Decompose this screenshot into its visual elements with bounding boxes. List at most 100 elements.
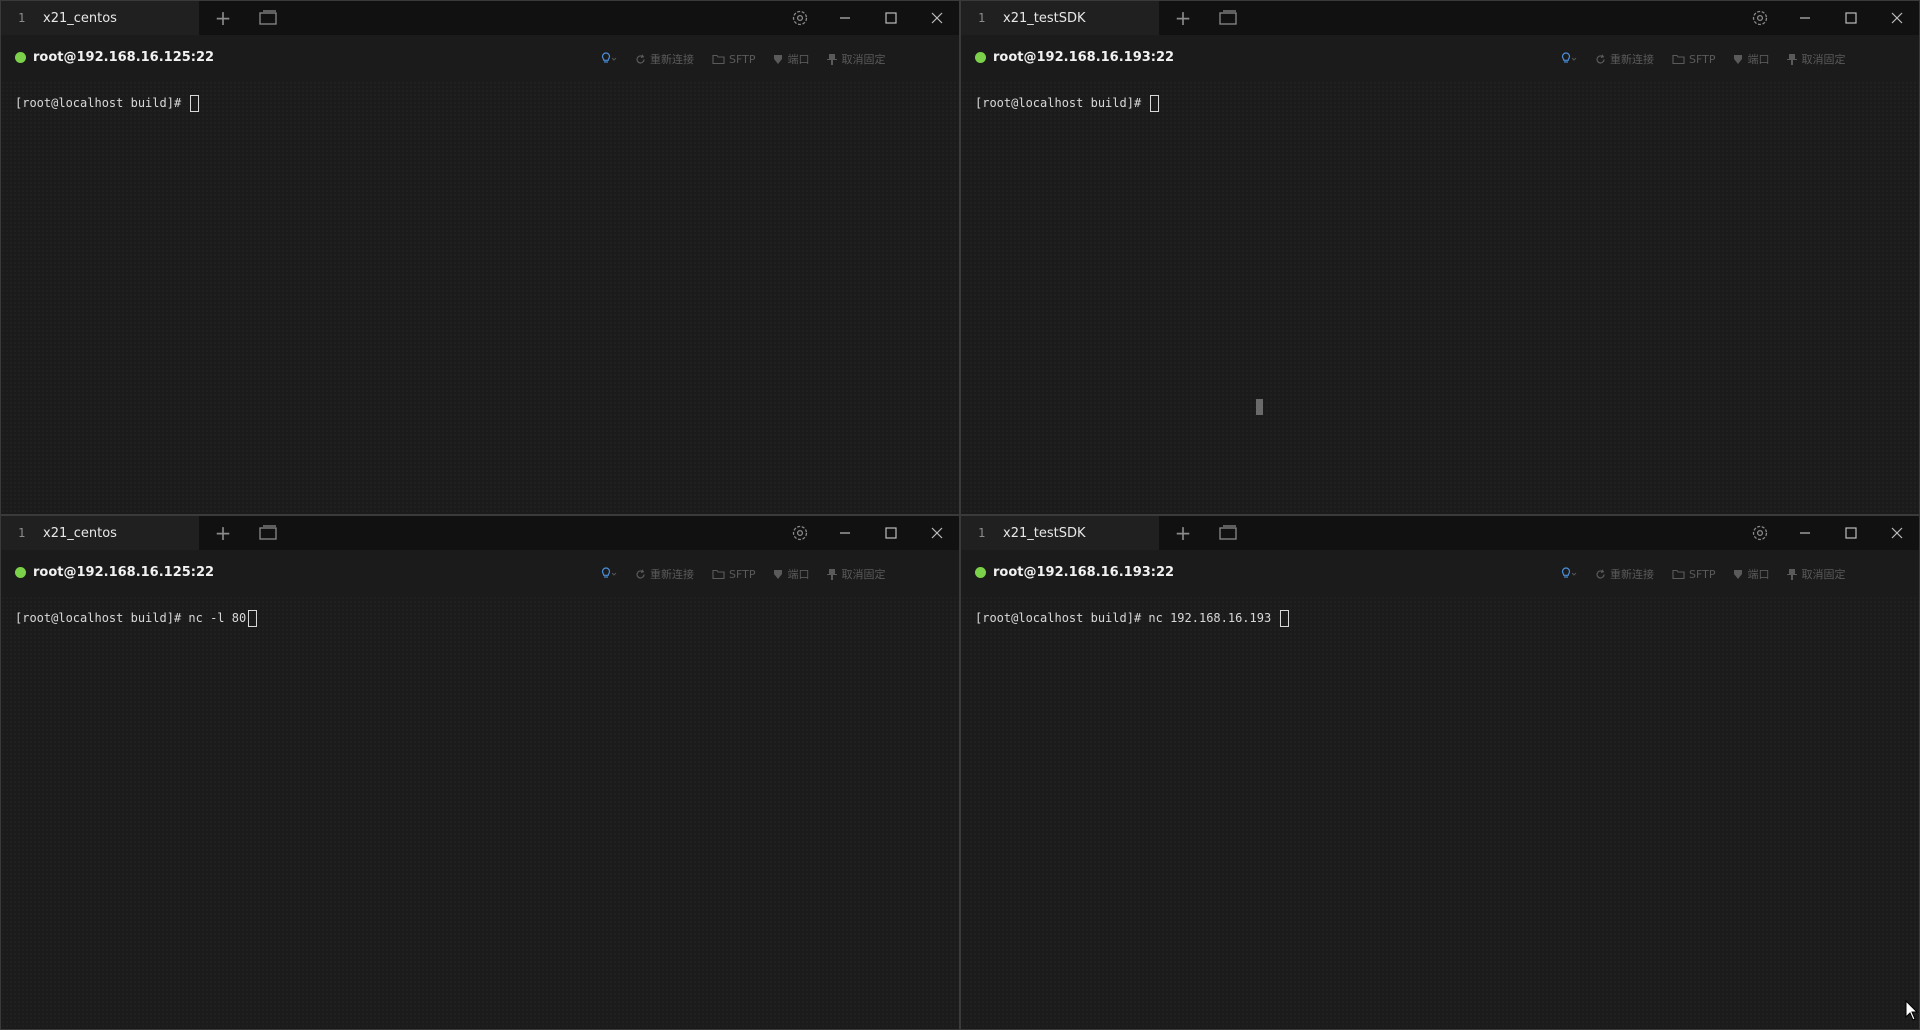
bulb-icon[interactable] xyxy=(1561,567,1577,581)
tab-title: x21_centos xyxy=(43,11,117,26)
text-cursor xyxy=(1280,610,1290,627)
minimize-icon[interactable] xyxy=(837,525,853,541)
terminal-output[interactable]: [root@localhost build]# nc 192.168.16.19… xyxy=(961,596,1919,1029)
tab-session[interactable]: 1 x21_centos xyxy=(1,516,199,550)
typed-command: nc 192.168.16.193 xyxy=(1148,611,1279,625)
minimize-icon[interactable] xyxy=(1797,10,1813,26)
host-address: root@192.168.16.193:22 xyxy=(993,565,1175,580)
session-status-bar: root@192.168.16.125:22 重新连接 SFTP 端口 取消固定 xyxy=(1,35,959,81)
terminal-output[interactable]: [root@localhost build]# xyxy=(1,81,959,514)
maximize-icon[interactable] xyxy=(1843,525,1859,541)
sftp-button[interactable]: SFTP xyxy=(712,568,755,581)
unpin-label: 取消固定 xyxy=(1801,568,1846,581)
close-icon[interactable] xyxy=(1889,525,1905,541)
tab-index: 1 xyxy=(978,526,986,540)
pin-icon xyxy=(827,54,838,65)
bulb-icon[interactable] xyxy=(601,52,617,66)
reconnect-icon xyxy=(636,568,645,578)
reconnect-label: 重新连接 xyxy=(1610,53,1654,66)
gear-icon[interactable] xyxy=(791,9,809,27)
terminal-output[interactable]: [root@localhost build]# nc -l 80 xyxy=(1,596,959,1029)
tab-bar: 1 x21_centos + xyxy=(1,1,959,35)
unpin-label: 取消固定 xyxy=(841,53,886,66)
reconnect-icon xyxy=(636,53,645,63)
terminal-output[interactable]: [root@localhost build]# xyxy=(961,81,1919,514)
terminal-line: [root@localhost build]# nc 192.168.16.19… xyxy=(975,610,1290,627)
add-icon[interactable]: + xyxy=(213,8,233,28)
terminal-line: [root@localhost build]# xyxy=(975,95,1160,112)
close-icon[interactable] xyxy=(1889,10,1905,26)
unpin-button[interactable]: 取消固定 xyxy=(1787,566,1845,582)
pin-icon xyxy=(1787,54,1798,65)
connection-status-dot xyxy=(975,52,986,63)
text-cursor xyxy=(248,610,258,627)
bulb-icon[interactable] xyxy=(601,567,617,581)
connection-status-dot xyxy=(15,567,26,578)
shell-prompt: [root@localhost build]# xyxy=(15,96,189,110)
sftp-label: SFTP xyxy=(729,52,756,66)
gear-icon[interactable] xyxy=(791,524,809,542)
reconnect-button[interactable]: 重新连接 xyxy=(1595,51,1654,67)
sftp-button[interactable]: SFTP xyxy=(1672,53,1715,66)
windows-icon[interactable] xyxy=(1219,525,1237,541)
sftp-button[interactable]: SFTP xyxy=(712,53,755,66)
maximize-icon[interactable] xyxy=(883,10,899,26)
reconnect-button[interactable]: 重新连接 xyxy=(635,566,694,582)
port-button[interactable]: 端口 xyxy=(773,566,809,582)
close-icon[interactable] xyxy=(929,10,945,26)
unpin-button[interactable]: 取消固定 xyxy=(827,566,885,582)
unpin-label: 取消固定 xyxy=(841,568,886,581)
sftp-button[interactable]: SFTP xyxy=(1672,568,1715,581)
tab-title: x21_testSDK xyxy=(1003,526,1086,541)
windows-icon[interactable] xyxy=(1219,10,1237,26)
shell-prompt: [root@localhost build]# xyxy=(975,96,1149,110)
session-status-bar: root@192.168.16.193:22 重新连接 SFTP 端口 取消固定 xyxy=(961,550,1919,596)
terminal-pane-top-left: 1 x21_centos + root@192.168.16.125:22 重新… xyxy=(0,0,960,515)
session-toolbar: 重新连接 SFTP 端口 取消固定 xyxy=(1561,51,1845,67)
tab-bar: 1 x21_centos + xyxy=(1,516,959,550)
port-button[interactable]: 端口 xyxy=(773,51,809,67)
close-icon[interactable] xyxy=(929,525,945,541)
port-button[interactable]: 端口 xyxy=(1733,51,1769,67)
shell-prompt: [root@localhost build]# xyxy=(15,611,189,625)
add-icon[interactable]: + xyxy=(213,523,233,543)
tab-session[interactable]: 1 x21_testSDK xyxy=(961,1,1159,35)
tab-session[interactable]: 1 x21_centos xyxy=(1,1,199,35)
reconnect-button[interactable]: 重新连接 xyxy=(635,51,694,67)
windows-icon[interactable] xyxy=(259,525,277,541)
minimize-icon[interactable] xyxy=(837,10,853,26)
terminal-pane-top-right: 1 x21_testSDK + root@192.168.16.193:22 重… xyxy=(960,0,1920,515)
folder-icon xyxy=(712,54,725,64)
terminal-pane-bottom-left: 1 x21_centos + root@192.168.16.125:22 重新… xyxy=(0,515,960,1030)
tab-session[interactable]: 1 x21_testSDK xyxy=(961,516,1159,550)
add-icon[interactable]: + xyxy=(1173,8,1193,28)
reconnect-button[interactable]: 重新连接 xyxy=(1595,566,1654,582)
unpin-button[interactable]: 取消固定 xyxy=(827,51,885,67)
shell-prompt: [root@localhost build]# xyxy=(975,611,1149,625)
port-icon xyxy=(1734,569,1743,579)
add-icon[interactable]: + xyxy=(1173,523,1193,543)
session-status-bar: root@192.168.16.193:22 重新连接 SFTP 端口 取消固定 xyxy=(961,35,1919,81)
gear-icon[interactable] xyxy=(1751,524,1769,542)
reconnect-label: 重新连接 xyxy=(650,568,694,581)
unpin-button[interactable]: 取消固定 xyxy=(1787,51,1845,67)
session-status-bar: root@192.168.16.125:22 重新连接 SFTP 端口 取消固定 xyxy=(1,550,959,596)
bulb-icon[interactable] xyxy=(1561,52,1577,66)
connection-status-dot xyxy=(15,52,26,63)
terminal-line: [root@localhost build]# nc -l 80 xyxy=(15,610,258,627)
port-icon xyxy=(1734,54,1743,64)
gear-icon[interactable] xyxy=(1751,9,1769,27)
text-cursor xyxy=(1150,95,1160,112)
windows-icon[interactable] xyxy=(259,10,277,26)
maximize-icon[interactable] xyxy=(1843,10,1859,26)
maximize-icon[interactable] xyxy=(883,525,899,541)
tab-index: 1 xyxy=(978,11,986,25)
sftp-label: SFTP xyxy=(1689,52,1716,66)
tab-title: x21_testSDK xyxy=(1003,11,1086,26)
port-button[interactable]: 端口 xyxy=(1733,566,1769,582)
session-toolbar: 重新连接 SFTP 端口 取消固定 xyxy=(601,566,885,582)
port-icon xyxy=(774,569,783,579)
unpin-label: 取消固定 xyxy=(1801,53,1846,66)
session-toolbar: 重新连接 SFTP 端口 取消固定 xyxy=(601,51,885,67)
minimize-icon[interactable] xyxy=(1797,525,1813,541)
